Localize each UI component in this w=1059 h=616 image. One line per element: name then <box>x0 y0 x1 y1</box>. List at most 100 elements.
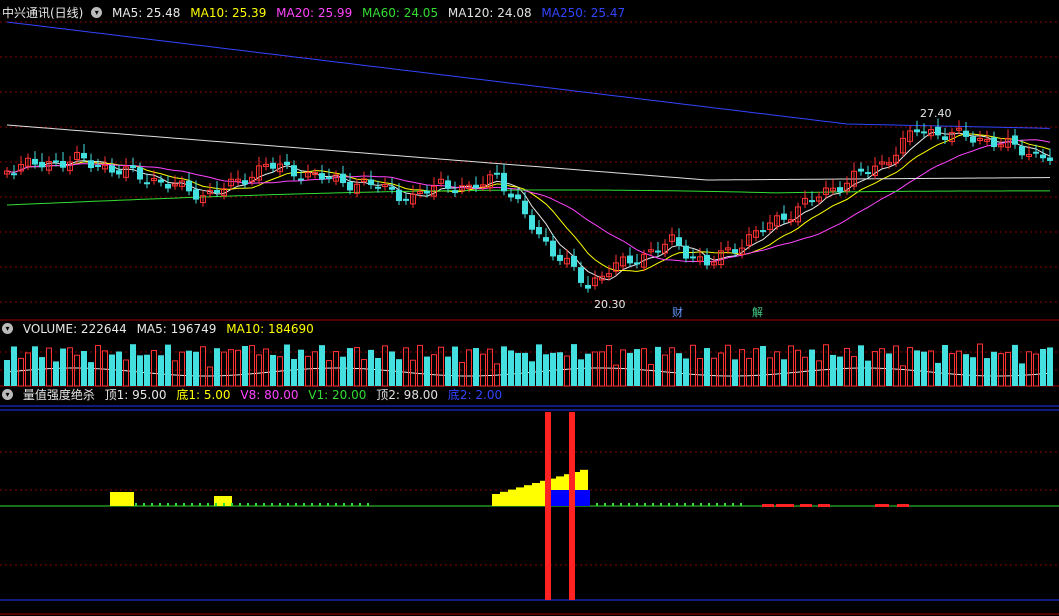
high-price-label: 27.40 <box>920 107 952 120</box>
candle-body <box>270 162 276 169</box>
candle-body <box>991 137 997 148</box>
volume-bar <box>683 358 689 386</box>
volume-bar <box>809 349 815 386</box>
indicator-bar <box>532 483 540 506</box>
volume-ma5-label: MA5: 196749 <box>136 322 217 336</box>
volume-bar <box>375 357 381 386</box>
ma5-label: MA5: 25.48 <box>112 6 181 20</box>
volume-bar <box>508 350 514 386</box>
volume-bar <box>60 348 66 386</box>
volume-bar <box>88 362 94 386</box>
volume-bar <box>228 349 234 387</box>
candle-body <box>130 165 136 169</box>
candle-body <box>557 254 563 261</box>
candle-body <box>144 182 150 185</box>
indicator-dot <box>628 503 630 506</box>
volume-bar <box>739 349 745 387</box>
volume-bar <box>179 351 185 387</box>
indicator-dot <box>700 503 702 506</box>
volume-bar <box>452 346 458 386</box>
indicator-dot <box>247 503 249 506</box>
indicator-settings-icon[interactable]: ▾ <box>2 389 13 400</box>
volume-bar <box>109 354 115 386</box>
candle-body <box>1012 135 1018 145</box>
candle-body <box>732 249 738 254</box>
param-bottom1: 底1: 5.00 <box>176 388 231 402</box>
ma10-line <box>6 133 1051 272</box>
indicator-red-mark <box>818 504 830 507</box>
indicator-bar <box>110 492 122 506</box>
settings-icon[interactable]: ▾ <box>91 7 103 18</box>
volume-bar <box>872 351 878 387</box>
volume-bar <box>158 355 164 386</box>
candle-body <box>242 180 248 185</box>
volume-bar <box>438 346 444 387</box>
indicator-dot <box>351 503 353 506</box>
candle-body <box>970 136 976 143</box>
volume-bar <box>235 349 241 387</box>
indicator-dot <box>327 503 329 506</box>
indicator-dot <box>359 503 361 506</box>
param-v8: V8: 80.00 <box>240 388 299 402</box>
volume-bar <box>137 355 143 386</box>
indicator-dot <box>135 503 137 506</box>
volume-bar <box>634 349 640 386</box>
volume-settings-icon[interactable]: ▾ <box>2 323 13 334</box>
volume-bar <box>837 356 843 386</box>
volume-ma10-label: MA10: 184690 <box>226 322 314 336</box>
volume-bar <box>74 354 80 387</box>
candle-body <box>165 183 171 189</box>
candle-body <box>375 186 381 189</box>
candle-body <box>32 158 38 165</box>
volume-bar <box>823 344 829 387</box>
volume-bar <box>1047 347 1053 386</box>
indicator-dot <box>191 503 193 506</box>
indicator-red-mark <box>800 504 812 507</box>
volume-bar <box>977 343 983 387</box>
volume-bar <box>599 351 605 387</box>
indicator-dot <box>295 503 297 506</box>
candle-body <box>116 170 122 175</box>
volume-bar <box>620 349 626 387</box>
volume-bar <box>1026 351 1032 387</box>
indicator-dot <box>143 503 145 506</box>
candle-body <box>193 189 199 200</box>
indicator-dot <box>255 503 257 506</box>
volume-bar <box>32 346 38 386</box>
event-unlock[interactable]: 解 <box>752 305 763 319</box>
volume-bar <box>11 346 17 386</box>
indicator-dot <box>319 503 321 506</box>
volume-bar <box>914 350 920 386</box>
volume-bar <box>522 352 528 386</box>
indicator-dot <box>215 503 217 506</box>
volume-bar <box>984 358 990 386</box>
candle-body <box>347 181 353 191</box>
ma5-line <box>6 131 1051 281</box>
candle-body <box>88 160 94 169</box>
candle-body <box>508 193 514 198</box>
candle-body <box>1040 154 1046 159</box>
volume-bar <box>242 346 248 386</box>
candle-body <box>319 173 325 180</box>
volume-bar <box>354 347 360 387</box>
volume-bar <box>851 356 857 387</box>
indicator-dot <box>151 503 153 506</box>
indicator-dot <box>596 503 598 506</box>
chart-annotations: 27.40 20.30 财 解 <box>594 107 952 319</box>
volume-bar <box>319 345 325 386</box>
indicator-dot <box>279 503 281 506</box>
volume-bar <box>669 347 675 387</box>
stock-chart[interactable]: 27.40 20.30 财 解 <box>0 0 1059 616</box>
candle-body <box>522 200 528 215</box>
volume-bar <box>928 350 934 387</box>
volume-bar <box>767 357 773 387</box>
volume-bar <box>116 351 122 386</box>
indicator-dot <box>676 503 678 506</box>
volume-bar <box>830 354 836 386</box>
volume-bar <box>746 357 752 387</box>
indicator-dot <box>239 503 241 506</box>
volume-bar <box>333 351 339 387</box>
event-financial[interactable]: 财 <box>672 305 683 319</box>
candle-body <box>396 189 402 202</box>
volume-bar <box>200 346 206 387</box>
